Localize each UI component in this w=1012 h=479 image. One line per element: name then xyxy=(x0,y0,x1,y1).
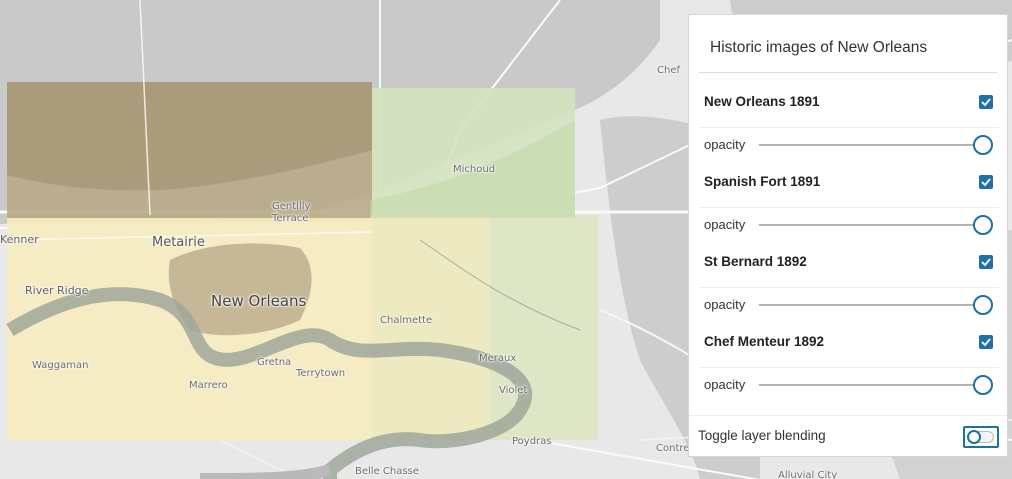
place-label: Gretna xyxy=(257,357,292,368)
opacity-slider-fill xyxy=(759,304,979,306)
divider xyxy=(689,415,1007,416)
place-label: River Ridge xyxy=(25,284,89,297)
place-label: Metairie xyxy=(152,235,205,250)
opacity-label: opacity xyxy=(704,217,746,232)
opacity-slider-fill xyxy=(759,224,979,226)
place-label: Kenner xyxy=(0,233,39,246)
checkmark-icon xyxy=(981,98,991,107)
layer-title: St Bernard 1892 xyxy=(704,254,807,269)
opacity-label: opacity xyxy=(704,377,746,392)
divider xyxy=(699,287,999,288)
blend-toggle[interactable] xyxy=(963,426,999,448)
layer-visibility-checkbox[interactable] xyxy=(979,255,993,269)
opacity-slider-fill xyxy=(759,384,979,386)
place-label: Chalmette xyxy=(380,315,433,326)
layer-item: New Orleans 1891 opacity xyxy=(699,87,999,167)
place-label: Poydras xyxy=(512,436,552,447)
panel-title: Historic images of New Orleans xyxy=(710,39,928,56)
opacity-slider-thumb[interactable] xyxy=(973,215,993,235)
opacity-slider-track[interactable] xyxy=(759,224,979,226)
blend-label: Toggle layer blending xyxy=(698,428,826,443)
opacity-slider-track[interactable] xyxy=(759,304,979,306)
place-label: Terrace xyxy=(272,213,309,224)
opacity-slider-thumb[interactable] xyxy=(973,295,993,315)
divider xyxy=(699,207,999,208)
layer-visibility-checkbox[interactable] xyxy=(979,95,993,109)
divider xyxy=(699,72,997,73)
opacity-label: opacity xyxy=(704,137,746,152)
opacity-slider-track[interactable] xyxy=(759,384,979,386)
layer-item: Chef Menteur 1892 opacity xyxy=(699,327,999,407)
layer-title: Spanish Fort 1891 xyxy=(704,174,821,189)
place-label: Marrero xyxy=(189,380,228,391)
checkmark-icon xyxy=(981,338,991,347)
layer-visibility-checkbox[interactable] xyxy=(979,175,993,189)
layer-item: St Bernard 1892 opacity xyxy=(699,247,999,327)
place-label: Michoud xyxy=(453,164,496,175)
layer-visibility-checkbox[interactable] xyxy=(979,335,993,349)
place-label: New Orleans xyxy=(211,292,307,310)
place-label: Alluvial City xyxy=(778,470,838,479)
place-label: Belle Chasse xyxy=(355,466,419,477)
opacity-slider-thumb[interactable] xyxy=(973,135,993,155)
place-label: Chef xyxy=(657,65,680,76)
place-label: Violet xyxy=(499,385,528,396)
opacity-label: opacity xyxy=(704,297,746,312)
place-label: Waggaman xyxy=(32,360,89,371)
place-label: Gentilly xyxy=(272,201,311,212)
place-label: Meraux xyxy=(479,353,517,364)
place-label: Contre xyxy=(656,443,690,454)
toggle-knob xyxy=(967,430,981,444)
layer-title: Chef Menteur 1892 xyxy=(704,334,825,349)
layer-panel: Historic images of New Orleans New Orlea… xyxy=(688,14,1008,457)
opacity-slider-thumb[interactable] xyxy=(973,375,993,395)
opacity-slider-fill xyxy=(759,144,979,146)
layer-title: New Orleans 1891 xyxy=(704,94,820,109)
divider xyxy=(699,127,999,128)
layer-item: Spanish Fort 1891 opacity xyxy=(699,167,999,247)
checkmark-icon xyxy=(981,258,991,267)
opacity-slider-track[interactable] xyxy=(759,144,979,146)
checkmark-icon xyxy=(981,178,991,187)
divider xyxy=(699,367,999,368)
place-label: Terrytown xyxy=(296,368,346,379)
